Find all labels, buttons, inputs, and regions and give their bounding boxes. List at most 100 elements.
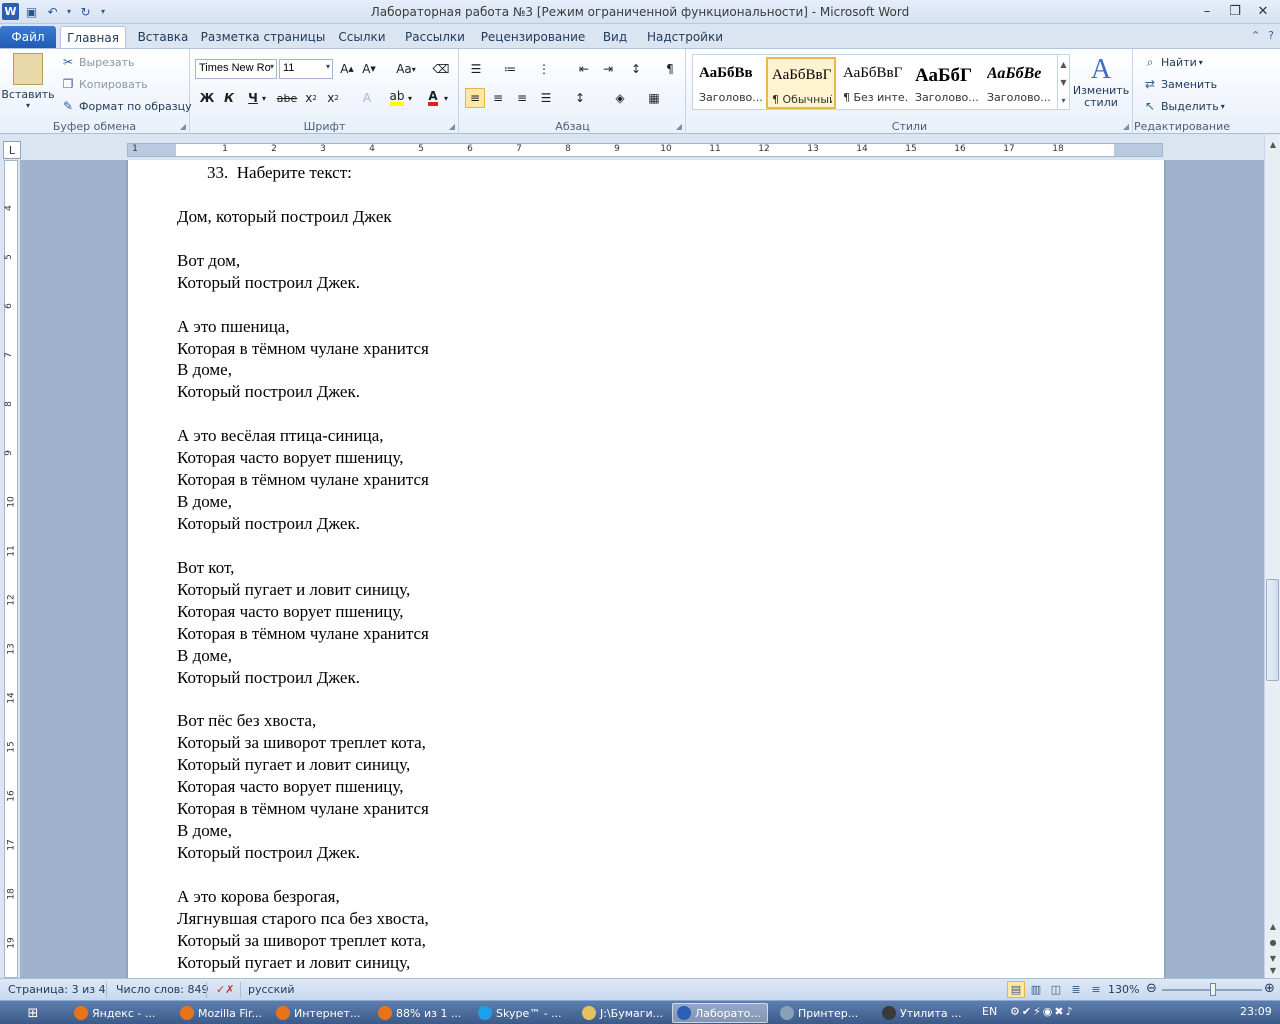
cut-button[interactable]: ✂ Вырезать bbox=[60, 54, 135, 70]
multilevel-list-icon[interactable]: ⋮ bbox=[534, 59, 554, 79]
numbering-icon[interactable]: ≔ bbox=[500, 59, 520, 79]
style-heading-1[interactable]: АаБбВв Заголово... bbox=[695, 57, 765, 109]
chevron-up-icon[interactable]: ▲ bbox=[1060, 60, 1066, 69]
increase-indent-icon[interactable]: ⇥ bbox=[598, 59, 618, 79]
paste-button[interactable]: Вставить ▾ bbox=[1, 53, 55, 110]
restore-button[interactable]: ❐ bbox=[1222, 2, 1248, 20]
dialog-launcher-icon[interactable]: ◢ bbox=[1123, 122, 1129, 131]
superscript-icon[interactable]: x2 bbox=[323, 88, 343, 108]
format-painter-button[interactable]: ✎ Формат по образцу bbox=[60, 98, 192, 114]
tab-file[interactable]: Файл bbox=[0, 26, 56, 48]
tab-view[interactable]: Вид bbox=[596, 26, 634, 48]
page-indicator[interactable]: Страница: 3 из 4 bbox=[8, 983, 106, 996]
bold-button[interactable]: Ж bbox=[197, 88, 217, 108]
taskbar-item[interactable]: Утилита ... bbox=[878, 1003, 974, 1023]
scroll-up-icon[interactable]: ▲ bbox=[1266, 137, 1280, 151]
dialog-launcher-icon[interactable]: ◢ bbox=[180, 122, 186, 131]
input-language[interactable]: EN bbox=[982, 1005, 997, 1018]
style-heading-3[interactable]: АаБбВе Заголово... bbox=[983, 57, 1053, 109]
style-heading-2[interactable]: АаБбГ Заголово... bbox=[911, 57, 981, 109]
tab-insert[interactable]: Вставка bbox=[130, 26, 196, 48]
zoom-slider-thumb[interactable] bbox=[1210, 983, 1216, 996]
scrollbar-thumb[interactable] bbox=[1266, 579, 1279, 681]
taskbar-item[interactable]: Mozilla Fir... bbox=[176, 1003, 272, 1023]
text-effects-icon[interactable]: A bbox=[357, 88, 377, 108]
zoom-level[interactable]: 130% bbox=[1108, 983, 1139, 996]
word-count[interactable]: Число слов: 849 bbox=[116, 983, 209, 996]
draft-icon[interactable]: ≡ bbox=[1087, 981, 1105, 998]
browse-object-icon[interactable]: ● bbox=[1266, 935, 1280, 949]
align-center-icon[interactable]: ≡ bbox=[488, 88, 508, 108]
tab-home[interactable]: Главная bbox=[60, 26, 126, 48]
help-icon[interactable]: ? bbox=[1268, 29, 1274, 42]
print-layout-icon[interactable]: ▤ bbox=[1007, 981, 1025, 998]
justify-icon[interactable]: ☰ bbox=[536, 88, 556, 108]
document-page[interactable]: 33. Наберите текст: Дом, который построи… bbox=[128, 160, 1164, 978]
start-icon[interactable]: ⊞ bbox=[22, 1003, 44, 1023]
strikethrough-button[interactable]: abe bbox=[277, 88, 298, 108]
font-color-dropdown-icon[interactable]: ▾ bbox=[441, 88, 451, 108]
italic-button[interactable]: К bbox=[219, 88, 239, 108]
copy-button[interactable]: ❐ Копировать bbox=[60, 76, 148, 92]
underline-dropdown-icon[interactable]: ▾ bbox=[259, 88, 269, 108]
horizontal-ruler[interactable]: 1 1 2 3 4 5 6 7 8 9 10 11 12 13 14 15 16 17 18 bbox=[127, 143, 1163, 157]
align-right-icon[interactable]: ≡ bbox=[512, 88, 532, 108]
change-styles-button[interactable]: A Изменить стили bbox=[1072, 55, 1130, 109]
taskbar-item[interactable]: Лаборато... bbox=[672, 1003, 768, 1023]
tab-selector-icon[interactable]: L bbox=[3, 141, 21, 159]
subscript-icon[interactable]: x2 bbox=[301, 88, 321, 108]
change-case-button[interactable]: Aa ▾ bbox=[391, 59, 421, 79]
vertical-scrollbar[interactable]: ▲ ▲ ● ▼ ▼ bbox=[1264, 135, 1280, 978]
taskbar-item[interactable]: J:\Бумаги... bbox=[578, 1003, 674, 1023]
tab-addins[interactable]: Надстройки bbox=[642, 26, 728, 48]
zoom-out-icon[interactable]: ⊖ bbox=[1146, 981, 1157, 996]
font-name-combo[interactable]: Times New Ro ▾ bbox=[195, 59, 277, 79]
taskbar-item[interactable]: Skype™ - ... bbox=[474, 1003, 570, 1023]
find-button[interactable]: ⌕ Найти ▾ bbox=[1142, 54, 1203, 70]
align-left-icon[interactable]: ≡ bbox=[465, 88, 485, 108]
bullets-icon[interactable]: ☰ bbox=[466, 59, 486, 79]
close-button[interactable]: ✕ bbox=[1250, 2, 1276, 20]
style-normal[interactable]: АаБбВвГ ¶ Обычный bbox=[766, 57, 836, 109]
document-text[interactable]: 33. Наберите текст: Дом, который построи… bbox=[177, 162, 429, 974]
grow-font-icon[interactable]: A ▲ bbox=[337, 59, 357, 79]
dialog-launcher-icon[interactable]: ◢ bbox=[676, 122, 682, 131]
proofing-icon[interactable]: ✓✗ bbox=[216, 983, 234, 996]
font-size-combo[interactable]: 11 ▾ bbox=[279, 59, 333, 79]
scroll-up-icon[interactable]: ▲ bbox=[1266, 919, 1280, 933]
taskbar-item[interactable]: Интернет... bbox=[272, 1003, 368, 1023]
shrink-font-icon[interactable]: A ▼ bbox=[359, 59, 379, 79]
borders-icon[interactable]: ▦ bbox=[644, 88, 664, 108]
tab-review[interactable]: Рецензирование bbox=[478, 26, 588, 48]
chevron-down-icon[interactable]: ▼ bbox=[1060, 78, 1066, 87]
highlight-icon[interactable]: ab bbox=[387, 88, 407, 108]
taskbar-item[interactable]: Яндекс - ... bbox=[70, 1003, 166, 1023]
dialog-launcher-icon[interactable]: ◢ bbox=[449, 122, 455, 131]
web-layout-icon[interactable]: ◫ bbox=[1047, 981, 1065, 998]
language-indicator[interactable]: русский bbox=[248, 983, 295, 996]
sort-icon[interactable]: ↕ bbox=[626, 59, 646, 79]
zoom-in-icon[interactable]: ⊕ bbox=[1264, 981, 1275, 996]
font-color-icon[interactable]: A bbox=[423, 88, 443, 108]
outline-icon[interactable]: ≣ bbox=[1067, 981, 1085, 998]
show-formatting-icon[interactable]: ¶ bbox=[660, 59, 680, 79]
tray-icons[interactable]: ⚙✔⚡◉✖♪ bbox=[1010, 1005, 1075, 1018]
line-spacing-icon[interactable]: ↕ bbox=[570, 88, 590, 108]
minimize-button[interactable]: – bbox=[1194, 2, 1220, 20]
minimize-ribbon-icon[interactable]: ⌃ bbox=[1251, 29, 1260, 42]
replace-button[interactable]: ⇄ Заменить bbox=[1142, 76, 1217, 92]
tab-references[interactable]: Ссылки bbox=[332, 26, 392, 48]
select-button[interactable]: ↖ Выделить ▾ bbox=[1142, 98, 1225, 114]
shading-icon[interactable]: ◈ bbox=[610, 88, 630, 108]
decrease-indent-icon[interactable]: ⇤ bbox=[574, 59, 594, 79]
clock[interactable]: 23:09 bbox=[1240, 1005, 1272, 1018]
taskbar-item[interactable]: 88% из 1 ... bbox=[374, 1003, 470, 1023]
gallery-scroll[interactable]: ▲ ▼ ▾ bbox=[1057, 55, 1069, 109]
full-screen-reading-icon[interactable]: ▥ bbox=[1027, 981, 1045, 998]
clear-formatting-icon[interactable]: ⌫ bbox=[431, 59, 451, 79]
tab-mailings[interactable]: Рассылки bbox=[400, 26, 470, 48]
style-no-spacing[interactable]: АаБбВвГ ¶ Без инте... bbox=[839, 57, 909, 109]
gallery-more-icon[interactable]: ▾ bbox=[1061, 96, 1065, 105]
taskbar-item[interactable]: Принтер... bbox=[776, 1003, 872, 1023]
tab-page-layout[interactable]: Разметка страницы bbox=[200, 26, 326, 48]
